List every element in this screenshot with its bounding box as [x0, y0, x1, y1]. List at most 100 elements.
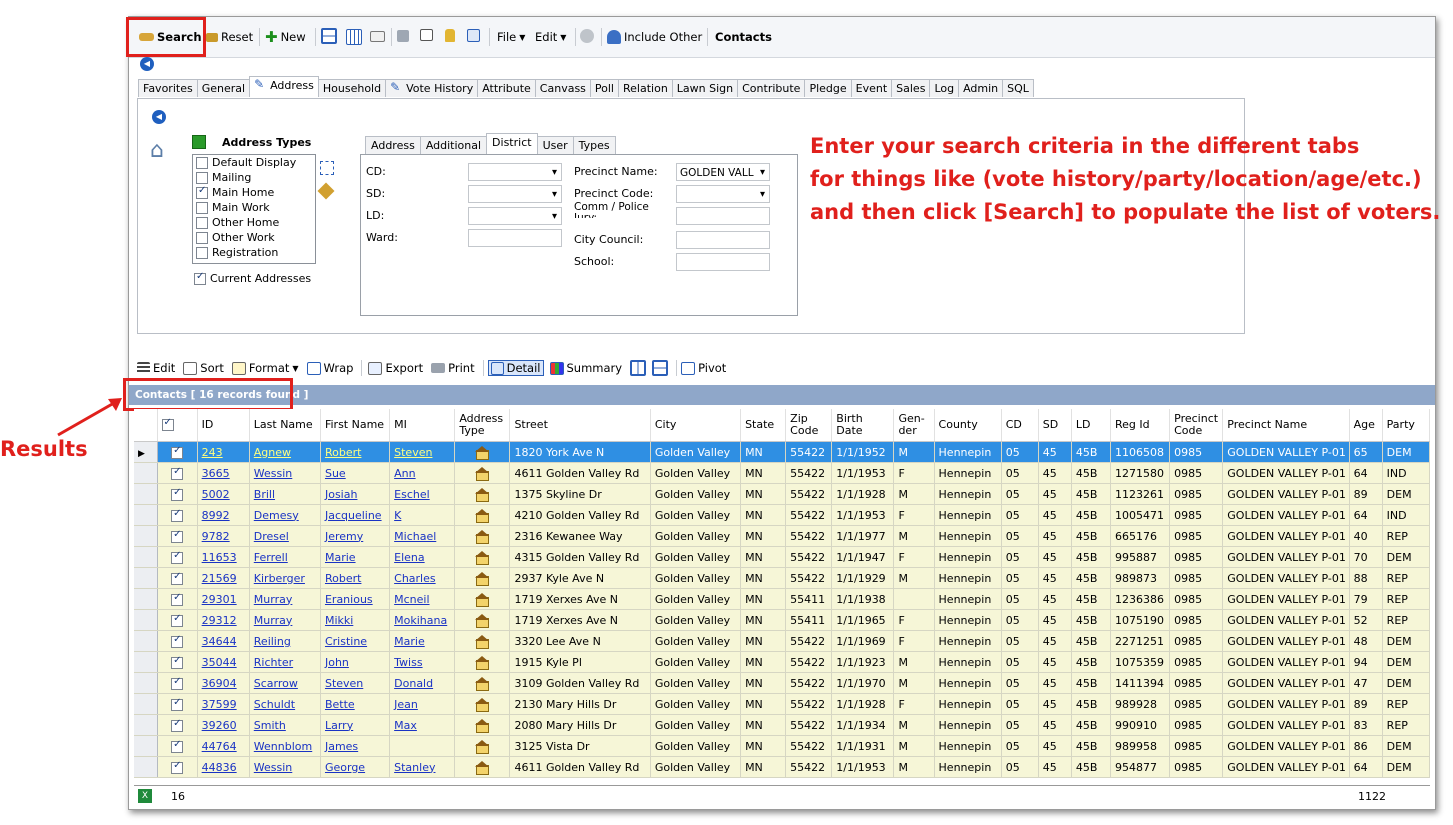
ward-input[interactable]	[468, 229, 562, 247]
row-indicator[interactable]	[134, 483, 158, 505]
grid-link-cell[interactable]: Ferrell	[249, 546, 321, 568]
row-indicator[interactable]	[134, 567, 158, 589]
column-header[interactable]: Street	[509, 409, 651, 442]
tab-event[interactable]: Event	[850, 79, 893, 97]
checkbox[interactable]	[196, 156, 208, 169]
city-council-input[interactable]	[676, 231, 770, 249]
grid-link-cell[interactable]: Michael	[389, 525, 456, 547]
sd-select[interactable]	[468, 185, 562, 204]
grid-link-cell[interactable]: George	[320, 756, 391, 778]
table-row[interactable]: 9782DreselJeremyMichael2316 Kewanee WayG…	[134, 525, 1431, 547]
row-checkbox-cell[interactable]	[157, 462, 198, 484]
row-indicator[interactable]	[134, 525, 158, 547]
row-indicator[interactable]	[134, 630, 158, 652]
edit-grid-button[interactable]: Edit	[137, 361, 175, 375]
select-all-header[interactable]	[157, 409, 198, 442]
address-type-item[interactable]: Mailing	[193, 170, 315, 185]
ld-select[interactable]	[468, 207, 562, 226]
save-icon[interactable]	[397, 30, 409, 42]
grid-link-cell[interactable]: Wennblom	[249, 735, 321, 757]
grid-link-cell[interactable]: Wessin	[249, 462, 321, 484]
checkbox[interactable]	[196, 246, 208, 259]
grid-link-cell[interactable]: 3665	[197, 462, 250, 484]
grid-link-cell[interactable]: Mokihana	[389, 609, 456, 631]
grid-link-cell[interactable]: 36904	[197, 672, 250, 694]
grid-link-cell[interactable]: Ann	[389, 462, 456, 484]
grid-link-cell[interactable]: Charles	[389, 567, 456, 589]
grid-link-cell[interactable]: 11653	[197, 546, 250, 568]
grid-link-cell[interactable]: James	[320, 735, 391, 757]
grid-link-cell[interactable]: 35044	[197, 651, 250, 673]
new-button[interactable]: ✚ New	[265, 28, 306, 46]
row-indicator[interactable]	[134, 672, 158, 694]
table-row[interactable]: ▶ 243AgnewRobertSteven 1820 York Ave NGold…	[134, 441, 1431, 463]
grid-link-cell[interactable]	[389, 735, 456, 757]
grid-link-cell[interactable]: Eranious	[320, 588, 391, 610]
grid-link-cell[interactable]: Robert	[320, 441, 391, 463]
subtab-user[interactable]: User	[536, 136, 574, 155]
grid-link-cell[interactable]: K	[389, 504, 456, 526]
address-type-item[interactable]: Other Work	[193, 230, 315, 245]
row-indicator[interactable]	[134, 756, 158, 778]
table-row[interactable]: 44836WessinGeorgeStanley 4611 Golden Vall…	[134, 756, 1431, 778]
column-header[interactable]: SD	[1038, 409, 1072, 442]
column-header[interactable]: LD	[1071, 409, 1111, 442]
column-header[interactable]: Age	[1349, 409, 1383, 442]
tab-address[interactable]: Address ✎	[249, 76, 319, 97]
column-header[interactable]: Birth Date	[831, 409, 895, 442]
address-type-item[interactable]: Other Home	[193, 215, 315, 230]
column-header[interactable]: Gen-der	[893, 409, 935, 442]
column-header[interactable]: County	[934, 409, 1002, 442]
row-checkbox-cell[interactable]	[157, 546, 198, 568]
grid-link-cell[interactable]: 8992	[197, 504, 250, 526]
grid-link-cell[interactable]: 29312	[197, 609, 250, 631]
checkbox[interactable]	[171, 697, 184, 711]
grid-link-cell[interactable]: Josiah	[320, 483, 391, 505]
nav-back-icon[interactable]: ◀	[140, 57, 154, 71]
checkbox[interactable]	[171, 760, 184, 774]
table-row[interactable]: 34644ReilingCristineMarie3320 Lee Ave NG…	[134, 630, 1431, 652]
row-checkbox-cell[interactable]	[157, 525, 198, 547]
grid-link-cell[interactable]: Elena	[389, 546, 456, 568]
grid-link-cell[interactable]: Dresel	[249, 525, 321, 547]
column-header[interactable]: State	[740, 409, 787, 442]
school-input[interactable]	[676, 253, 770, 271]
grid-link-cell[interactable]: Marie	[389, 630, 456, 652]
column-header[interactable]: MI	[389, 409, 456, 442]
notes-icon[interactable]	[467, 29, 480, 42]
grid-link-cell[interactable]: 243	[197, 441, 250, 463]
precinct-name-select[interactable]: GOLDEN VALL	[676, 163, 770, 182]
tab-sql[interactable]: SQL	[1002, 79, 1034, 97]
column-header[interactable]: Zip Code	[785, 409, 833, 442]
comm-police-input[interactable]	[676, 207, 770, 225]
broom-icon[interactable]	[317, 182, 335, 200]
row-indicator[interactable]	[134, 693, 158, 715]
checkbox[interactable]	[196, 231, 208, 244]
grid-link-cell[interactable]: 39260	[197, 714, 250, 736]
checkbox[interactable]	[171, 571, 184, 585]
format-button[interactable]: Format ▼	[231, 361, 299, 375]
toggle-icon[interactable]	[192, 135, 206, 149]
tab-log[interactable]: Log	[929, 79, 960, 97]
row-indicator[interactable]	[134, 462, 158, 484]
grid-link-cell[interactable]: Murray	[249, 609, 321, 631]
grid-link-cell[interactable]: Twiss	[389, 651, 456, 673]
grid-link-cell[interactable]: Bette	[320, 693, 391, 715]
sort-button[interactable]: Sort	[183, 361, 224, 375]
row-checkbox-cell[interactable]	[157, 441, 198, 463]
grid-link-cell[interactable]: Jacqueline	[320, 504, 391, 526]
tab-household[interactable]: Household	[317, 79, 387, 97]
grid-link-cell[interactable]: Mcneil	[389, 588, 456, 610]
checkbox[interactable]	[171, 739, 184, 753]
table-row[interactable]: 44764WennblomJames 3125 Vista DrGolden Va…	[134, 735, 1431, 757]
wrap-button[interactable]: Wrap	[306, 361, 353, 375]
address-type-item[interactable]: Registration	[193, 245, 315, 260]
tab-vote-history[interactable]: Vote History ✎	[385, 79, 479, 97]
help-icon[interactable]	[580, 29, 594, 43]
checkbox[interactable]	[161, 417, 174, 431]
current-addresses-checkbox[interactable]: Current Addresses	[194, 271, 311, 285]
column-header[interactable]: Address Type	[454, 409, 511, 442]
tab-sales[interactable]: Sales	[891, 79, 931, 97]
address-type-item[interactable]: Default Display	[193, 155, 315, 170]
layout-split-icon[interactable]	[321, 28, 337, 44]
